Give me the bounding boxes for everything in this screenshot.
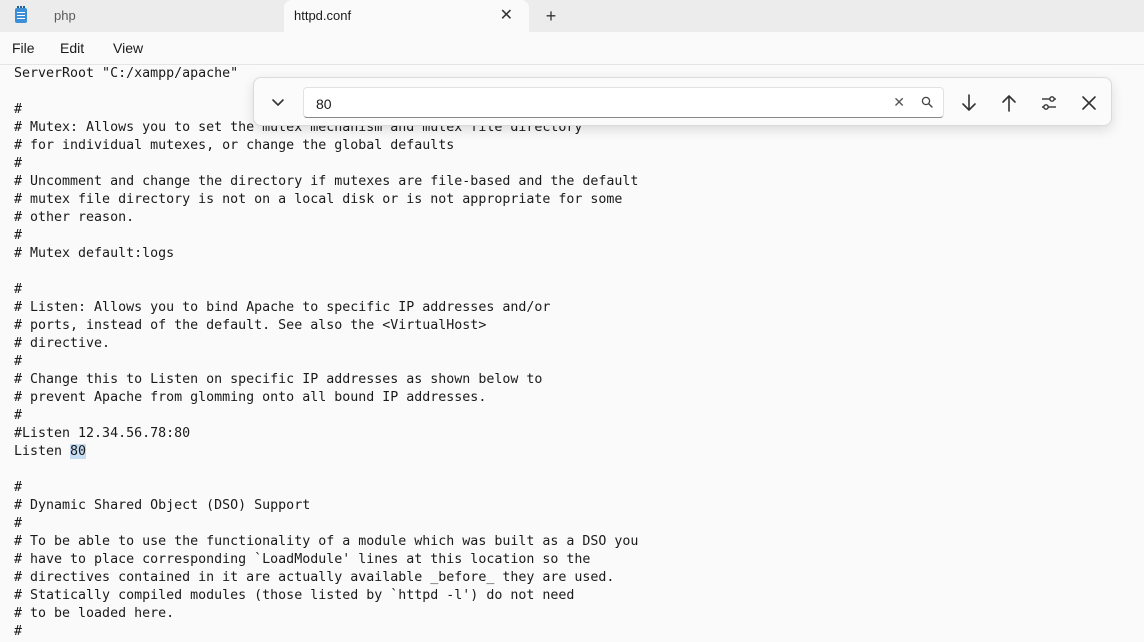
arrow-up-icon[interactable] bbox=[996, 90, 1022, 116]
new-tab-button[interactable]: + bbox=[541, 0, 561, 32]
editor-line: # directive. bbox=[14, 336, 111, 351]
editor-line: # to be loaded here. bbox=[14, 606, 175, 621]
editor-line: # bbox=[14, 624, 23, 639]
tab-php[interactable]: php bbox=[42, 0, 282, 32]
settings-sliders-icon[interactable] bbox=[1036, 90, 1062, 116]
editor-content[interactable]: ServerRoot "C:/xampp/apache"​## Mutex: A… bbox=[14, 65, 638, 641]
editor-line: # bbox=[14, 354, 23, 369]
editor-line: # bbox=[14, 156, 23, 171]
menu-bar: File Edit View bbox=[0, 32, 1144, 65]
find-input-box: ✕ bbox=[303, 87, 944, 119]
editor-line: # To be able to use the functionality of… bbox=[14, 534, 639, 549]
editor-line: # other reason. bbox=[14, 210, 135, 225]
close-tab-icon[interactable]: ✕ bbox=[500, 0, 513, 32]
editor-line: # for individual mutexes, or change the … bbox=[14, 138, 455, 153]
search-match-highlight: 80 bbox=[70, 444, 87, 459]
editor-line: # prevent Apache from glomming onto all … bbox=[14, 390, 487, 405]
menu-file[interactable]: File bbox=[12, 32, 35, 65]
editor-line: # Uncomment and change the directory if … bbox=[14, 174, 639, 189]
menu-view[interactable]: View bbox=[113, 32, 143, 65]
find-panel: ✕ bbox=[253, 77, 1112, 126]
editor-line: # ports, instead of the default. See als… bbox=[14, 318, 487, 333]
tab-httpd-conf[interactable]: httpd.conf ✕ bbox=[284, 0, 529, 32]
arrow-down-icon[interactable] bbox=[956, 90, 982, 116]
menu-edit[interactable]: Edit bbox=[60, 32, 84, 65]
editor-line: # Mutex default:logs bbox=[14, 246, 175, 261]
editor-line: # have to place corresponding `LoadModul… bbox=[14, 552, 591, 567]
editor-line: # mutex file directory is not on a local… bbox=[14, 192, 623, 207]
chevron-down-icon[interactable] bbox=[266, 90, 290, 114]
editor-line: # Statically compiled modules (those lis… bbox=[14, 588, 575, 603]
editor-line: # bbox=[14, 282, 23, 297]
notepad-app-icon bbox=[15, 6, 27, 23]
editor-line: # Change this to Listen on specific IP a… bbox=[14, 372, 543, 387]
text-editor[interactable]: ServerRoot "C:/xampp/apache"​## Mutex: A… bbox=[0, 65, 1144, 642]
editor-line: # bbox=[14, 408, 23, 423]
editor-line: # bbox=[14, 480, 23, 495]
editor-line: #Listen 12.34.56.78:80 bbox=[14, 426, 191, 441]
editor-line: # bbox=[14, 516, 23, 531]
search-icon[interactable] bbox=[921, 96, 933, 108]
clear-search-icon[interactable]: ✕ bbox=[893, 88, 905, 117]
tab-label: php bbox=[54, 8, 76, 23]
editor-line: # directives contained in it are actuall… bbox=[14, 570, 615, 585]
editor-line: # Listen: Allows you to bind Apache to s… bbox=[14, 300, 551, 315]
tab-label: httpd.conf bbox=[294, 8, 352, 23]
editor-line: # Dynamic Shared Object (DSO) Support bbox=[14, 498, 311, 513]
editor-line: ​ bbox=[14, 461, 638, 479]
tab-bar: php httpd.conf ✕ + bbox=[0, 0, 1144, 32]
close-icon[interactable] bbox=[1076, 90, 1102, 116]
editor-line: Listen 80 bbox=[14, 444, 87, 459]
find-input[interactable] bbox=[314, 88, 878, 119]
editor-line: ​ bbox=[14, 263, 638, 281]
editor-line: # bbox=[14, 228, 23, 243]
